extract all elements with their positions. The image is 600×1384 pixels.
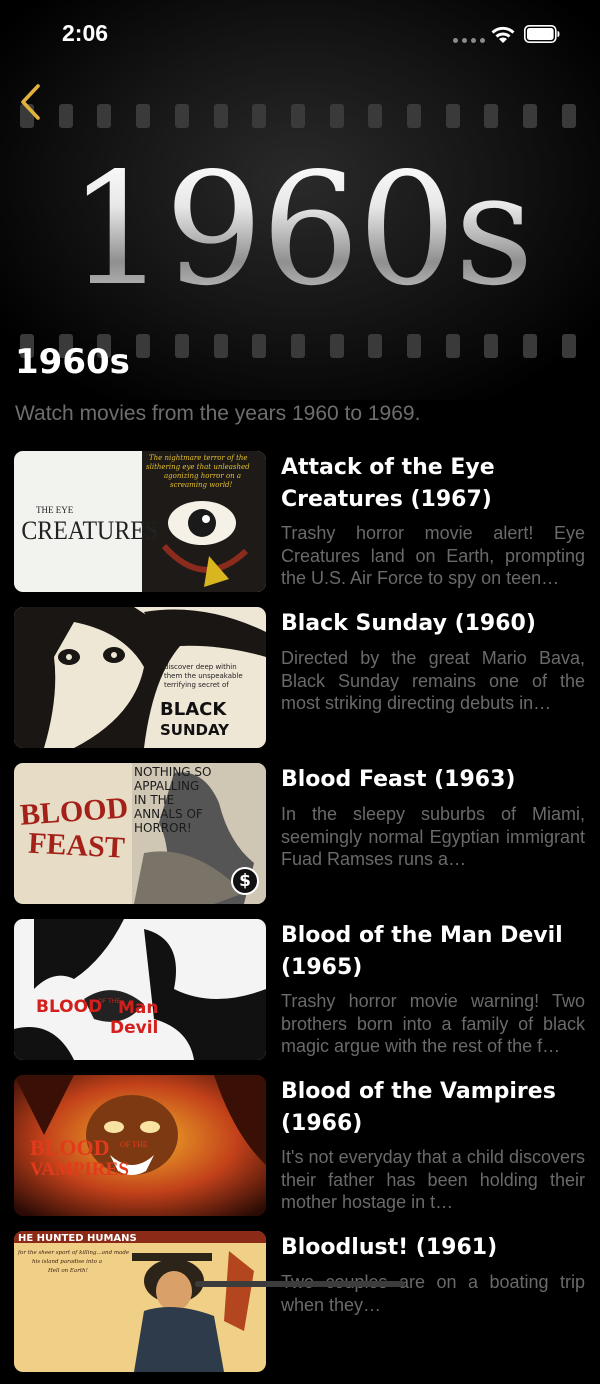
film-sprocket — [136, 334, 151, 358]
movie-item[interactable]: BLOOD FEAST NOTHING SO APPALLING IN THE … — [0, 760, 600, 916]
poster-text: OF THE — [120, 1140, 148, 1149]
chevron-left-icon — [21, 84, 40, 120]
movie-title: Black Sunday (1960) — [281, 611, 536, 636]
movie-title: Bloodlust! (1961) — [281, 1235, 498, 1260]
back-button[interactable] — [12, 80, 48, 124]
poster-text: BLOOD — [36, 997, 102, 1017]
poster-text: Man — [118, 998, 159, 1018]
poster-text: for the sheer sport of killing...and mad… — [17, 1250, 130, 1256]
film-sprocket — [213, 334, 228, 358]
film-sprocket — [174, 334, 189, 358]
poster-text: his island paradise into a — [32, 1259, 102, 1265]
poster-text: Hell on Earth! — [47, 1268, 88, 1274]
film-strip-top — [0, 104, 600, 130]
movie-description: Trashy horror movie alert! Eye Creatures… — [281, 523, 585, 588]
movie-poster: BLOOD OF THE Man Devil — [14, 919, 266, 1060]
film-sprocket — [97, 104, 112, 128]
film-sprocket — [368, 334, 383, 358]
film-sprocket — [523, 334, 538, 358]
movie-poster: THE EYE CREATURES The nightmare terror o… — [14, 451, 266, 592]
film-sprocket — [136, 104, 151, 128]
poster-text: VAMPIRES — [30, 1159, 129, 1180]
decade-graphic: 1960s — [0, 150, 600, 310]
film-sprocket — [290, 104, 305, 128]
movie-poster: discover deep within them the unspeakabl… — [14, 607, 266, 748]
poster-text: them the unspeakable — [164, 672, 243, 680]
poster-text: HORROR! — [134, 821, 192, 835]
movie-description: Directed by the great Mario Bava, Black … — [281, 648, 585, 713]
film-sprocket — [561, 334, 576, 358]
film-sprocket — [213, 104, 228, 128]
poster-text: OF THE — [98, 998, 120, 1005]
poster-text: FEAST — [27, 827, 125, 865]
film-sprocket — [252, 334, 267, 358]
movie-poster: BLOOD OF THE VAMPIRES — [14, 1075, 266, 1216]
film-sprocket — [484, 104, 499, 128]
film-sprocket — [252, 104, 267, 128]
film-sprocket — [329, 334, 344, 358]
movie-description: Two couples are on a boating trip when t… — [281, 1272, 585, 1315]
poster-text: discover deep within — [164, 663, 237, 671]
movie-title: Attack of the Eye Creatures (1967) — [281, 455, 495, 512]
poster-text: agonizing horror on a — [164, 472, 241, 480]
movie-poster: BLOOD FEAST NOTHING SO APPALLING IN THE … — [14, 763, 266, 904]
poster-text: THE EYE — [36, 505, 74, 515]
status-time: 2:06 — [62, 20, 109, 46]
status-bar: 2:06 — [0, 0, 600, 70]
poster-text: The nightmare terror of the — [149, 454, 248, 462]
movie-title: Blood of the Vampires (1966) — [281, 1079, 556, 1136]
movie-list: THE EYE CREATURES The nightmare terror o… — [0, 448, 600, 1384]
film-sprocket — [407, 334, 421, 358]
poster-text: APPALLING — [134, 779, 199, 793]
movie-item[interactable]: HE HUNTED HUMANS for the sheer sport of … — [0, 1228, 600, 1384]
movie-item[interactable]: BLOOD OF THE VAMPIRES Blood of the Vampi… — [0, 1072, 600, 1228]
poster-text: Devil — [110, 1018, 158, 1038]
poster-text: IN THE — [134, 793, 174, 807]
film-sprocket — [445, 334, 460, 358]
poster-text: NOTHING SO — [134, 765, 211, 779]
movie-item[interactable]: discover deep within them the unspeakabl… — [0, 604, 600, 760]
film-sprocket — [368, 104, 383, 128]
cellular-signal-icon — [453, 38, 485, 43]
movie-description: It's not everyday that a child discovers… — [281, 1147, 585, 1212]
poster-text: ANNALS OF — [134, 807, 203, 821]
film-sprocket — [58, 104, 73, 128]
film-sprocket — [174, 104, 189, 128]
page-subtitle: Watch movies from the years 1960 to 1969… — [15, 402, 421, 425]
dollar-icon: $ — [231, 867, 259, 895]
home-indicator — [195, 1281, 405, 1287]
film-sprocket — [290, 334, 305, 358]
movie-description: Trashy horror movie warning! Two brother… — [281, 991, 585, 1056]
movie-title: Blood Feast (1963) — [281, 767, 516, 792]
poster-text: slithering eye that unleashed — [146, 463, 250, 471]
page-title: 1960s — [15, 342, 130, 382]
movie-poster: HE HUNTED HUMANS for the sheer sport of … — [14, 1231, 266, 1372]
movie-description: In the sleepy suburbs of Miami, seemingl… — [281, 804, 585, 869]
film-sprocket — [445, 104, 460, 128]
movie-title: Blood of the Man Devil (1965) — [281, 923, 563, 980]
movie-item[interactable]: BLOOD OF THE Man Devil Blood of the Man … — [0, 916, 600, 1072]
poster-text: CREATURES — [21, 517, 158, 545]
poster-text: SUNDAY — [160, 721, 230, 739]
poster-text: screaming world! — [170, 481, 233, 489]
film-sprocket — [484, 334, 499, 358]
poster-text: terrifying secret of — [164, 681, 229, 689]
film-sprocket — [561, 104, 576, 128]
film-sprocket — [329, 104, 344, 128]
poster-text: BLOOD — [30, 1135, 109, 1160]
battery-icon — [524, 25, 560, 43]
film-sprocket — [407, 104, 421, 128]
poster-text: BLACK — [160, 699, 227, 720]
poster-text: HE HUNTED HUMANS — [18, 1233, 137, 1244]
wifi-icon — [491, 26, 515, 43]
film-sprocket — [523, 104, 538, 128]
movie-item[interactable]: THE EYE CREATURES The nightmare terror o… — [0, 448, 600, 604]
